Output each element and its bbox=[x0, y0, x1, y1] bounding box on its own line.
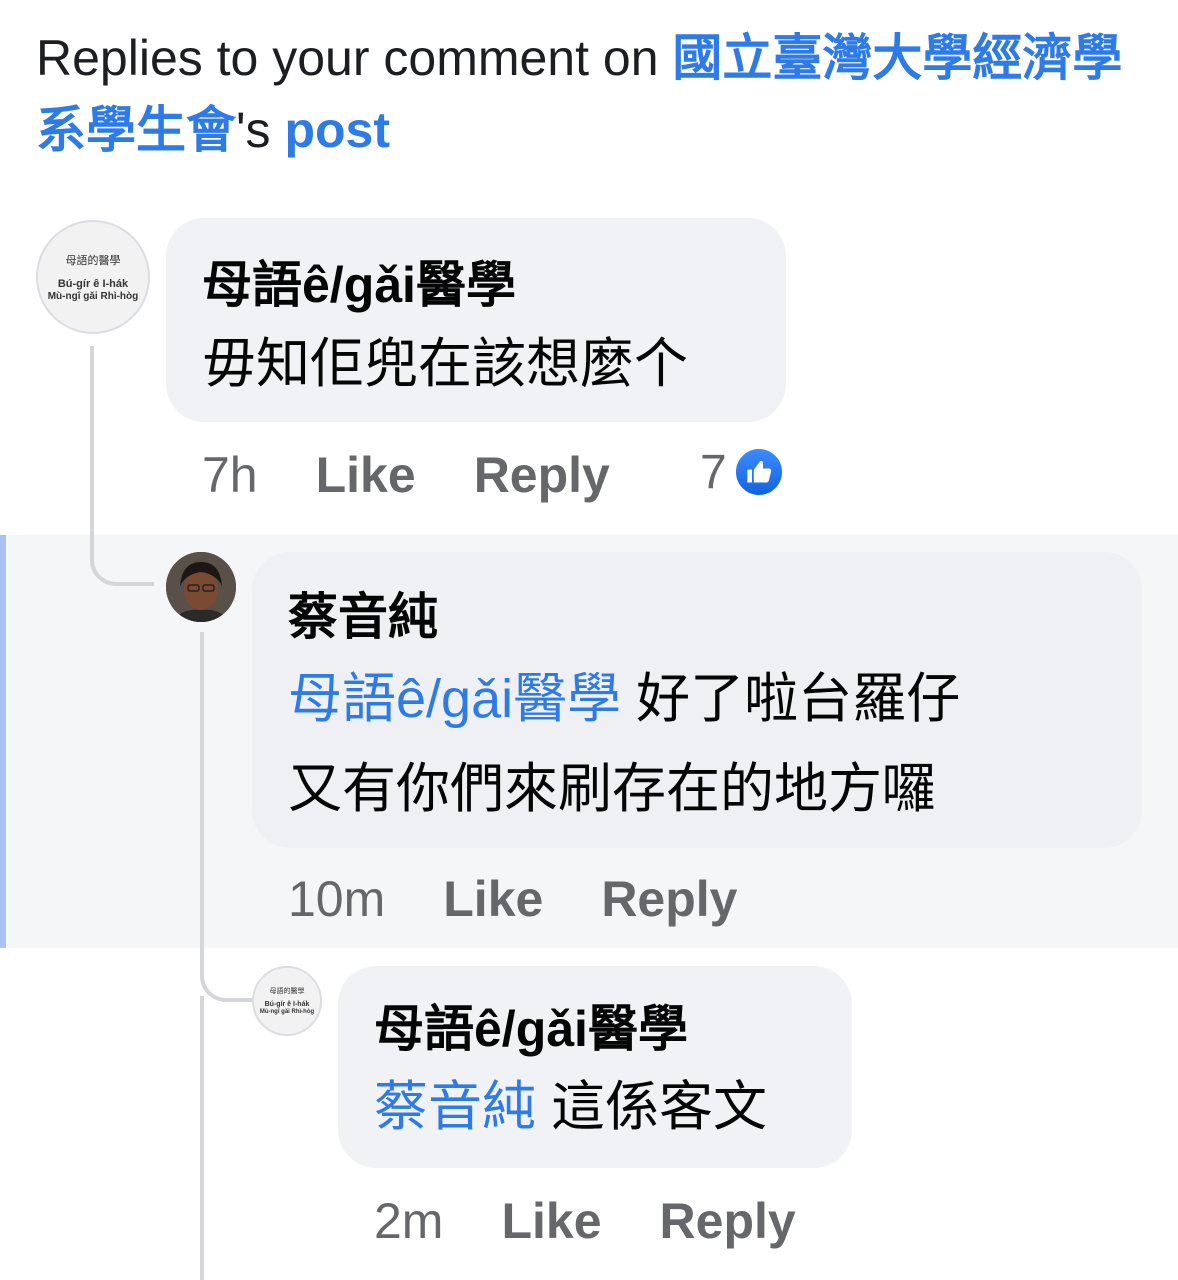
avatar-text: 母語的醫學 bbox=[269, 988, 305, 996]
reaction-summary[interactable]: 7 bbox=[700, 444, 785, 500]
mention-link[interactable]: 蔡音純 bbox=[374, 1077, 536, 1137]
comment-text-line: 母語ê/gǎi醫學 好了啦台羅仔 bbox=[288, 654, 1106, 744]
comment-bubble: 蔡音純 母語ê/gǎi醫學 好了啦台羅仔 又有你們來刷存在的地方囉 bbox=[252, 552, 1142, 848]
avatar-text: Bú-gír ê I-hák bbox=[57, 277, 129, 290]
comment-time[interactable]: 10m bbox=[288, 870, 385, 928]
thread-line-main bbox=[90, 346, 154, 586]
avatar[interactable] bbox=[166, 552, 236, 622]
avatar-text: 母語的醫學 bbox=[65, 254, 121, 267]
comment-actions: 2m Like Reply bbox=[374, 1186, 854, 1256]
like-button[interactable]: Like bbox=[443, 870, 543, 928]
avatar[interactable]: 母語的醫學 Bú-gír ê I-hák Mù-ngî gǎi Rhì-hòg bbox=[252, 966, 322, 1036]
avatar-text: Mù-ngî gǎi Rhì-hòg bbox=[259, 1009, 315, 1016]
comment-time[interactable]: 7h bbox=[202, 446, 258, 504]
comment-text: 好了啦台羅仔 bbox=[621, 669, 961, 729]
comment-author[interactable]: 母語ê/gǎi醫學 bbox=[202, 252, 750, 318]
notification-header: Replies to your comment on 國立臺灣大學經濟學系學生會… bbox=[36, 22, 1146, 166]
header-prefix: Replies to your comment on bbox=[36, 30, 673, 86]
like-button[interactable]: Like bbox=[501, 1192, 601, 1250]
comment-text: 又有你們來刷存在的地方囉 bbox=[288, 759, 936, 819]
comment-text-line: 蔡音純 這係客文 bbox=[374, 1066, 816, 1148]
comment-bubble: 母語ê/gǎi醫學 蔡音純 這係客文 bbox=[338, 966, 852, 1168]
profile-photo-icon bbox=[166, 552, 236, 622]
avatar[interactable]: 母語的醫學 Bú-gír ê I-hák Mù-ngî gǎi Rhì-hòg bbox=[36, 220, 150, 334]
comment-actions: 7h Like Reply bbox=[202, 440, 668, 510]
comment-text: 這係客文 bbox=[536, 1077, 768, 1137]
thread-line-continue bbox=[200, 996, 204, 1280]
avatar-text: Mù-ngî gǎi Rhì-hòg bbox=[47, 290, 139, 302]
reply-button[interactable]: Reply bbox=[660, 1192, 796, 1250]
like-button[interactable]: Like bbox=[316, 446, 416, 504]
avatar-text: Bú-gír ê I-hák bbox=[264, 1001, 310, 1009]
like-thumb-icon bbox=[732, 446, 785, 498]
mention-link[interactable]: 母語ê/gǎi醫學 bbox=[288, 669, 621, 729]
highlight-indicator-bar bbox=[0, 535, 6, 948]
comment-time[interactable]: 2m bbox=[374, 1192, 443, 1250]
reply-button[interactable]: Reply bbox=[601, 870, 737, 928]
comment-text: 毋知佢兜在該想麼个 bbox=[202, 334, 688, 394]
reaction-count: 7 bbox=[700, 445, 727, 499]
header-possessive: 's bbox=[236, 102, 285, 158]
comment-author[interactable]: 母語ê/gǎi醫學 bbox=[374, 996, 816, 1062]
comment-author[interactable]: 蔡音純 bbox=[288, 584, 1106, 650]
comment-bubble: 母語ê/gǎi醫學 毋知佢兜在該想麼个 bbox=[166, 218, 786, 422]
reply-button[interactable]: Reply bbox=[474, 446, 610, 504]
comment-actions: 10m Like Reply bbox=[288, 864, 796, 934]
post-link[interactable]: post bbox=[284, 102, 390, 158]
thread-line-reply bbox=[200, 632, 260, 1002]
